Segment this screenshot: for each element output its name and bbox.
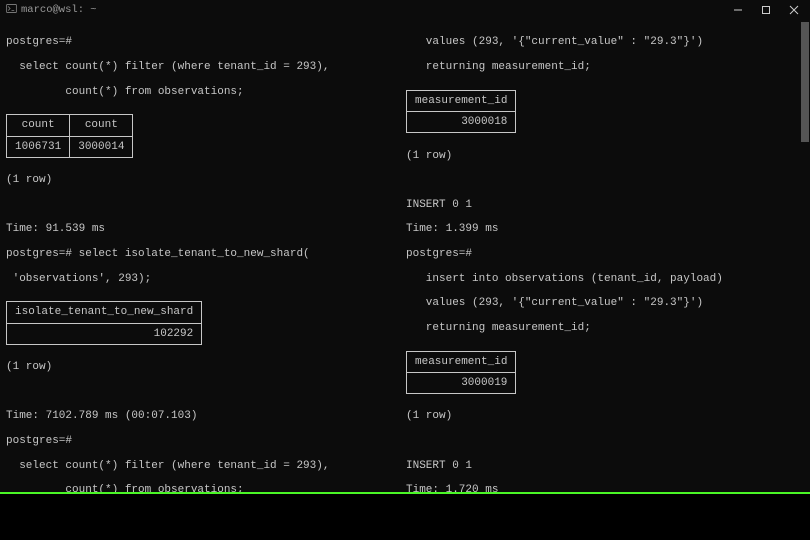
- titlebar: marco@wsl: ~: [0, 0, 810, 20]
- maximize-button[interactable]: [752, 1, 780, 19]
- cell: 102292: [7, 323, 202, 344]
- row-count: (1 row): [406, 150, 794, 162]
- cell: 1006731: [7, 136, 70, 157]
- row-count: (1 row): [6, 174, 394, 186]
- col-header: measurement_id: [407, 90, 516, 111]
- right-pane[interactable]: values (293, '{"current_value" : "29.3"}…: [400, 20, 800, 492]
- query-line: select count(*) filter (where tenant_id …: [6, 460, 394, 472]
- scrollbar-track[interactable]: [800, 20, 810, 492]
- window-title: marco@wsl: ~: [21, 4, 97, 16]
- blank: [406, 435, 794, 447]
- prompt-line: postgres=#: [6, 435, 394, 447]
- left-pane[interactable]: postgres=# select count(*) filter (where…: [0, 20, 400, 492]
- col-header: isolate_tenant_to_new_shard: [7, 302, 202, 323]
- query-line: count(*) from observations;: [6, 484, 394, 492]
- close-button[interactable]: [780, 1, 808, 19]
- query-line: 'observations', 293);: [6, 273, 394, 285]
- blank: [6, 199, 394, 211]
- col-header: count: [7, 115, 70, 136]
- timing: Time: 1.399 ms: [406, 223, 794, 235]
- prompt-line: postgres=#: [406, 248, 794, 260]
- insert-line: insert into observations (tenant_id, pay…: [406, 273, 794, 285]
- query-line: select count(*) filter (where tenant_id …: [6, 61, 394, 73]
- col-header: measurement_id: [407, 351, 516, 372]
- timing: Time: 91.539 ms: [6, 223, 394, 235]
- cell: 3000018: [407, 111, 516, 132]
- result-table: measurement_id 3000018: [406, 90, 516, 134]
- query-line: postgres=# select isolate_tenant_to_new_…: [6, 248, 394, 260]
- scrollbar-thumb[interactable]: [801, 22, 809, 142]
- insert-line: returning measurement_id;: [406, 322, 794, 334]
- result-table: countcount 10067313000014: [6, 114, 133, 158]
- insert-line: returning measurement_id;: [406, 61, 794, 73]
- row-count: (1 row): [6, 361, 394, 373]
- insert-line: values (293, '{"current_value" : "29.3"}…: [406, 36, 794, 48]
- result-table: isolate_tenant_to_new_shard 102292: [6, 301, 202, 345]
- col-header: count: [70, 115, 133, 136]
- terminal-icon: [6, 3, 17, 18]
- insert-status: INSERT 0 1: [406, 460, 794, 472]
- lower-black-area: [0, 494, 810, 540]
- cell: 3000019: [407, 372, 516, 393]
- row-count: (1 row): [406, 410, 794, 422]
- window-controls: [724, 1, 808, 19]
- blank: [6, 386, 394, 398]
- timing: Time: 1.720 ms: [406, 484, 794, 492]
- query-line: count(*) from observations;: [6, 86, 394, 98]
- prompt-line: postgres=#: [6, 36, 394, 48]
- insert-line: values (293, '{"current_value" : "29.3"}…: [406, 297, 794, 309]
- blank: [406, 174, 794, 186]
- terminal-body[interactable]: postgres=# select count(*) filter (where…: [0, 20, 810, 492]
- insert-status: INSERT 0 1: [406, 199, 794, 211]
- result-table: measurement_id 3000019: [406, 351, 516, 395]
- minimize-button[interactable]: [724, 1, 752, 19]
- title-left: marco@wsl: ~: [2, 3, 97, 18]
- timing: Time: 7102.789 ms (00:07.103): [6, 410, 394, 422]
- cell: 3000014: [70, 136, 133, 157]
